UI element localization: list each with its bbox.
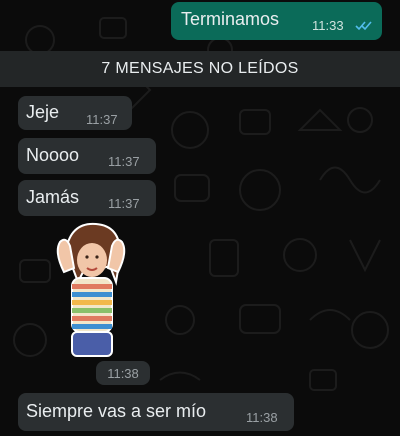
read-double-check-icon	[355, 21, 372, 31]
message-time: 11:37	[86, 112, 118, 127]
message-text: Jeje	[26, 102, 60, 122]
incoming-message-bubble[interactable]: Siempre vas a ser mío 11:38	[18, 393, 294, 431]
message-text: Terminamos	[181, 9, 280, 29]
incoming-message-bubble[interactable]: Jeje 11:37	[18, 96, 132, 130]
sticker-time: 11:38	[96, 361, 150, 385]
sticker-outline	[56, 222, 126, 357]
incoming-message-bubble[interactable]: Noooo 11:37	[18, 138, 156, 174]
unread-messages-banner: 7 MENSAJES NO LEÍDOS	[0, 51, 400, 87]
girl-sticker[interactable]	[48, 220, 130, 360]
outgoing-message-bubble[interactable]: Terminamos 11:33	[171, 2, 382, 40]
incoming-message-bubble[interactable]: Jamás 11:37	[18, 180, 156, 216]
message-text: Siempre vas a ser mío	[26, 401, 207, 421]
message-time: 11:38	[246, 410, 278, 425]
message-time: 11:37	[108, 154, 140, 169]
message-time: 11:37	[108, 196, 140, 211]
message-text: Noooo	[26, 145, 80, 165]
message-time: 11:33	[312, 18, 344, 33]
message-text: Jamás	[26, 187, 80, 207]
